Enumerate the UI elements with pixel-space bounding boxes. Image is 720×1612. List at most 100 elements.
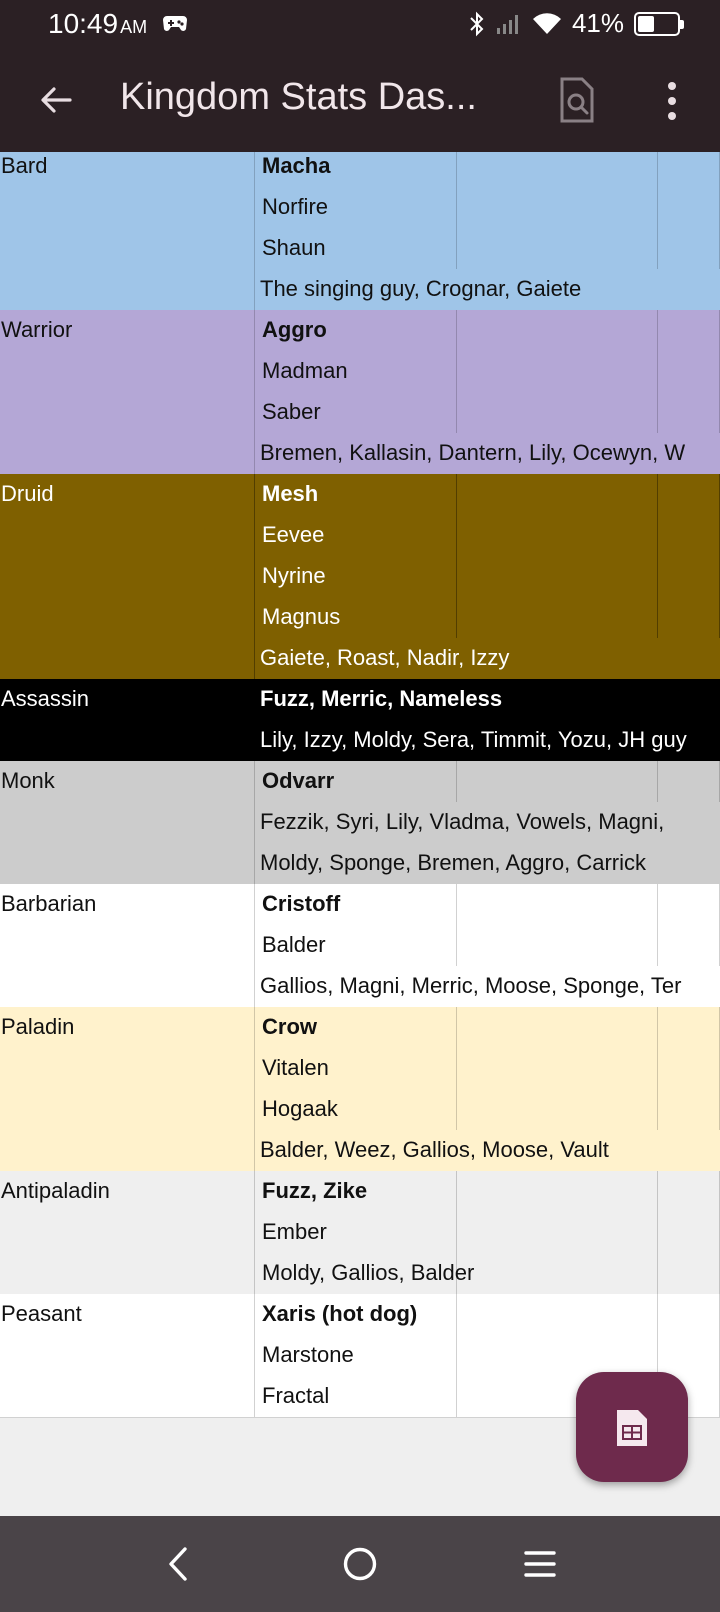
empty-cell[interactable] [457, 1007, 658, 1049]
class-name-cell[interactable] [0, 433, 255, 475]
class-name-cell[interactable] [0, 638, 255, 680]
class-name-cell[interactable]: Antipaladin [0, 1171, 255, 1213]
member-names-cell[interactable]: Fuzz, Zike [255, 1171, 457, 1213]
member-names-cell[interactable]: Norfire [255, 187, 457, 229]
class-name-cell[interactable] [0, 269, 255, 311]
member-names-cell[interactable]: Xaris (hot dog) [255, 1294, 457, 1336]
empty-cell[interactable] [658, 1335, 720, 1377]
class-name-cell[interactable]: Monk [0, 761, 255, 803]
member-names-cell[interactable]: Odvarr [255, 761, 457, 803]
member-names-cell[interactable]: Balder, Weez, Gallios, Moose, Vault [255, 1130, 720, 1172]
nav-home-icon[interactable] [342, 1546, 378, 1582]
class-name-cell[interactable]: Peasant [0, 1294, 255, 1336]
member-names-cell[interactable]: Nyrine [255, 556, 457, 598]
empty-cell[interactable] [658, 310, 720, 352]
class-name-cell[interactable] [0, 1253, 255, 1295]
back-arrow-icon[interactable] [36, 80, 76, 120]
empty-cell[interactable] [457, 1253, 658, 1295]
empty-cell[interactable] [457, 1089, 658, 1131]
class-name-cell[interactable] [0, 1212, 255, 1254]
empty-cell[interactable] [457, 228, 658, 270]
member-names-cell[interactable]: Macha [255, 152, 457, 188]
member-names-cell[interactable]: Fuzz, Merric, Nameless [255, 679, 720, 721]
empty-cell[interactable] [457, 187, 658, 229]
empty-cell[interactable] [658, 228, 720, 270]
empty-cell[interactable] [658, 515, 720, 557]
member-names-cell[interactable]: Hogaak [255, 1089, 457, 1131]
class-name-cell[interactable]: Barbarian [0, 884, 255, 926]
class-name-cell[interactable]: Paladin [0, 1007, 255, 1049]
empty-cell[interactable] [658, 597, 720, 639]
empty-cell[interactable] [457, 310, 658, 352]
member-names-cell[interactable]: Gallios, Magni, Merric, Moose, Sponge, T… [255, 966, 720, 1008]
member-names-cell[interactable]: Cristoff [255, 884, 457, 926]
class-name-cell[interactable] [0, 843, 255, 885]
empty-cell[interactable] [457, 1294, 658, 1336]
empty-cell[interactable] [658, 152, 720, 188]
class-name-cell[interactable] [0, 925, 255, 967]
empty-cell[interactable] [658, 1089, 720, 1131]
empty-cell[interactable] [658, 884, 720, 926]
empty-cell[interactable] [457, 925, 658, 967]
member-names-cell[interactable]: Fezzik, Syri, Lily, Vladma, Vowels, Magn… [255, 802, 720, 844]
class-name-cell[interactable] [0, 228, 255, 270]
empty-cell[interactable] [457, 1048, 658, 1090]
empty-cell[interactable] [658, 1171, 720, 1213]
class-name-cell[interactable] [0, 187, 255, 229]
member-names-cell[interactable]: Moldy, Sponge, Bremen, Aggro, Carrick [255, 843, 720, 885]
empty-cell[interactable] [457, 1212, 658, 1254]
empty-cell[interactable] [457, 1335, 658, 1377]
empty-cell[interactable] [457, 761, 658, 803]
class-name-cell[interactable] [0, 351, 255, 393]
class-name-cell[interactable] [0, 1130, 255, 1172]
empty-cell[interactable] [457, 152, 658, 188]
empty-cell[interactable] [658, 1253, 720, 1295]
empty-cell[interactable] [658, 351, 720, 393]
class-name-cell[interactable] [0, 1048, 255, 1090]
member-names-cell[interactable]: Eevee [255, 515, 457, 557]
empty-cell[interactable] [457, 392, 658, 434]
class-name-cell[interactable] [0, 1376, 255, 1418]
more-vert-icon[interactable] [660, 80, 684, 122]
empty-cell[interactable] [658, 1007, 720, 1049]
find-in-document-icon[interactable] [556, 76, 596, 124]
class-name-cell[interactable] [0, 392, 255, 434]
empty-cell[interactable] [658, 1212, 720, 1254]
member-names-cell[interactable]: Madman [255, 351, 457, 393]
class-name-cell[interactable] [0, 1335, 255, 1377]
class-name-cell[interactable] [0, 556, 255, 598]
empty-cell[interactable] [457, 474, 658, 516]
empty-cell[interactable] [457, 884, 658, 926]
class-name-cell[interactable] [0, 1089, 255, 1131]
empty-cell[interactable] [457, 515, 658, 557]
member-names-cell[interactable]: Bremen, Kallasin, Dantern, Lily, Ocewyn,… [255, 433, 720, 475]
nav-back-icon[interactable] [166, 1546, 190, 1582]
empty-cell[interactable] [457, 556, 658, 598]
empty-cell[interactable] [457, 351, 658, 393]
member-names-cell[interactable]: Shaun [255, 228, 457, 270]
class-name-cell[interactable]: Bard [0, 152, 255, 188]
member-names-cell[interactable]: Moldy, Gallios, Balder [255, 1253, 474, 1295]
class-name-cell[interactable] [0, 720, 255, 762]
class-name-cell[interactable]: Assassin [0, 679, 255, 721]
class-name-cell[interactable]: Druid [0, 474, 255, 516]
member-names-cell[interactable]: Aggro [255, 310, 457, 352]
sheets-fab-button[interactable] [576, 1372, 688, 1482]
member-names-cell[interactable]: Marstone [255, 1335, 457, 1377]
nav-recents-icon[interactable] [524, 1550, 556, 1578]
empty-cell[interactable] [658, 1048, 720, 1090]
member-names-cell[interactable]: Lily, Izzy, Moldy, Sera, Timmit, Yozu, J… [255, 720, 720, 762]
empty-cell[interactable] [457, 597, 658, 639]
member-names-cell[interactable]: Crow [255, 1007, 457, 1049]
class-name-cell[interactable] [0, 597, 255, 639]
empty-cell[interactable] [658, 392, 720, 434]
member-names-cell[interactable]: The singing guy, Crognar, Gaiete [255, 269, 720, 311]
spreadsheet-grid[interactable]: Bard Macha Norfire Shaun The singing guy, Cr… [0, 152, 720, 1516]
member-names-cell[interactable]: Vitalen [255, 1048, 457, 1090]
member-names-cell[interactable]: Magnus [255, 597, 457, 639]
member-names-cell[interactable]: Gaiete, Roast, Nadir, Izzy [255, 638, 720, 680]
empty-cell[interactable] [658, 187, 720, 229]
class-name-cell[interactable] [0, 515, 255, 557]
class-name-cell[interactable] [0, 802, 255, 844]
empty-cell[interactable] [658, 925, 720, 967]
